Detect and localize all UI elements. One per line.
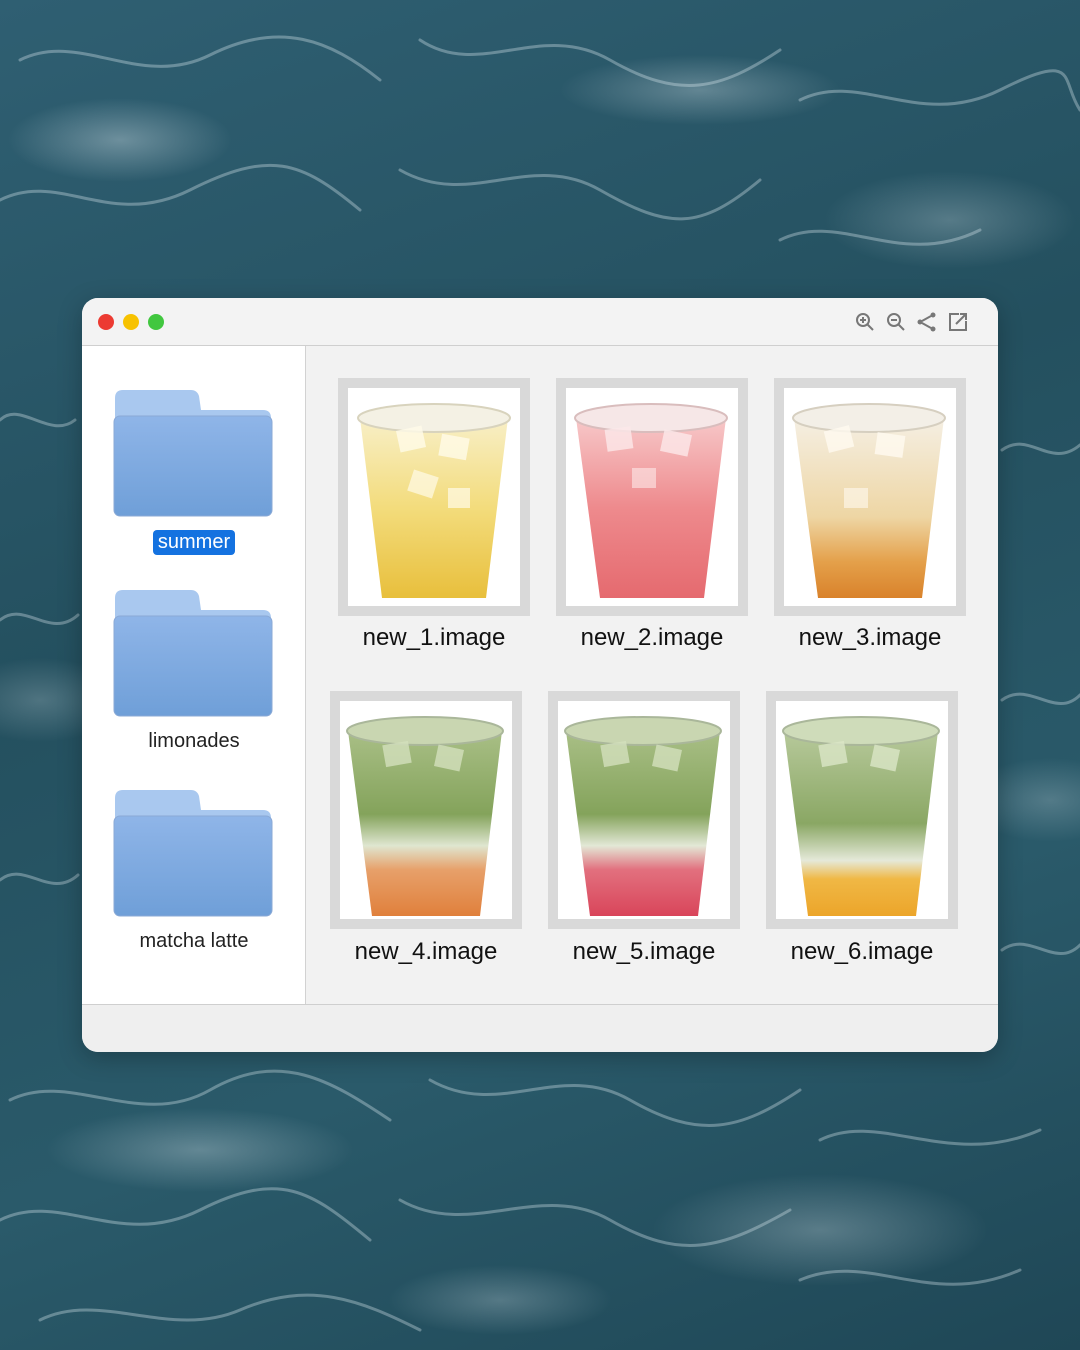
zoom-out-icon[interactable] xyxy=(885,311,907,333)
image-thumbnail-5[interactable] xyxy=(548,691,740,929)
close-button[interactable] xyxy=(98,314,114,330)
drink-image xyxy=(574,403,728,598)
minimize-button[interactable] xyxy=(123,314,139,330)
image-thumbnail-2[interactable] xyxy=(556,378,748,616)
folder-label-matcha-latte[interactable]: matcha latte xyxy=(82,929,306,954)
folder-label-summer[interactable]: summer xyxy=(82,530,306,555)
zoom-in-icon[interactable] xyxy=(854,311,876,333)
status-bar xyxy=(82,1004,998,1052)
file-grid: new_1.image new_2.image new_3.image new_… xyxy=(306,346,998,1004)
drink-image xyxy=(357,403,511,598)
file-label-2[interactable]: new_2.image xyxy=(542,624,762,652)
folder-label-limonades[interactable]: limonades xyxy=(82,729,306,754)
folder-icon xyxy=(113,790,273,917)
image-thumbnail-1[interactable] xyxy=(338,378,530,616)
open-external-icon[interactable] xyxy=(947,311,969,333)
title-bar xyxy=(82,298,998,346)
file-label-5[interactable]: new_5.image xyxy=(534,938,754,966)
folder-summer[interactable] xyxy=(113,388,273,518)
file-label-1[interactable]: new_1.image xyxy=(324,624,544,652)
folder-limonades[interactable] xyxy=(113,588,273,718)
file-label-6[interactable]: new_6.image xyxy=(752,938,972,966)
share-icon[interactable] xyxy=(916,311,938,333)
file-label-4[interactable]: new_4.image xyxy=(316,938,536,966)
folder-matcha-latte[interactable] xyxy=(113,788,273,918)
drink-image xyxy=(346,716,504,916)
maximize-button[interactable] xyxy=(148,314,164,330)
image-thumbnail-6[interactable] xyxy=(766,691,958,929)
file-label-3[interactable]: new_3.image xyxy=(760,624,980,652)
drink-image xyxy=(564,716,722,916)
drink-image xyxy=(782,716,940,916)
finder-window: summer limonades matcha latte new_1.imag… xyxy=(82,298,998,1052)
drink-image xyxy=(792,403,946,598)
image-thumbnail-4[interactable] xyxy=(330,691,522,929)
sidebar: summer limonades matcha latte xyxy=(82,346,306,1004)
image-thumbnail-3[interactable] xyxy=(774,378,966,616)
folder-icon xyxy=(113,590,273,717)
folder-icon xyxy=(113,390,273,517)
